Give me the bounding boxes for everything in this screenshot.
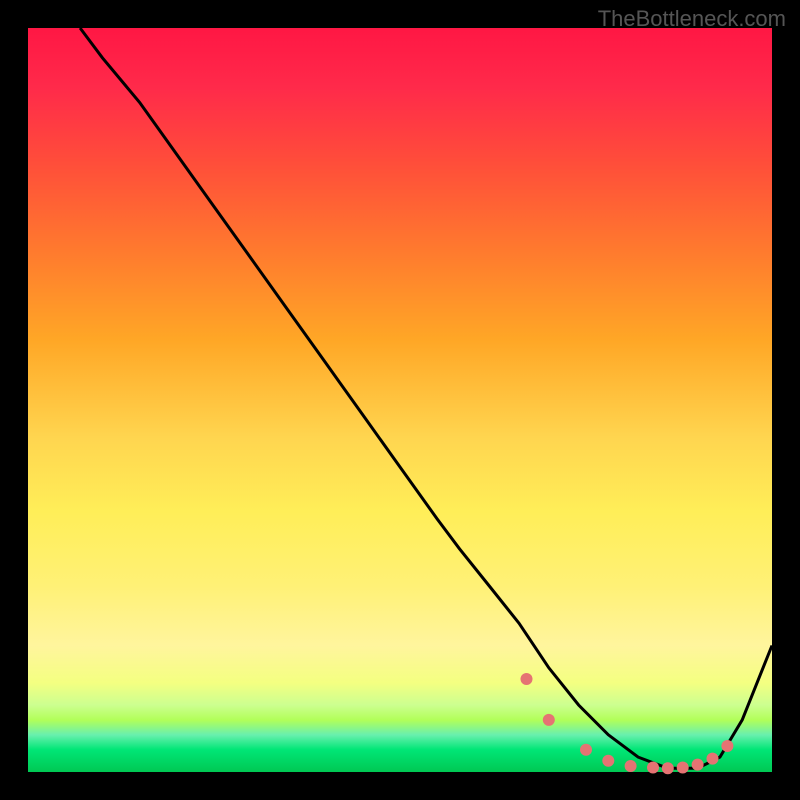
plot-area bbox=[28, 28, 772, 772]
data-dot bbox=[543, 714, 555, 726]
chart-svg bbox=[28, 28, 772, 772]
data-dot bbox=[602, 755, 614, 767]
data-dot bbox=[580, 744, 592, 756]
data-dot bbox=[707, 753, 719, 765]
dots-group bbox=[521, 673, 734, 774]
data-dot bbox=[662, 762, 674, 774]
data-dot bbox=[625, 760, 637, 772]
data-dot bbox=[692, 759, 704, 771]
data-dot bbox=[521, 673, 533, 685]
watermark-text: TheBottleneck.com bbox=[598, 6, 786, 32]
data-dot bbox=[647, 762, 659, 774]
curve-path bbox=[80, 28, 772, 768]
data-dot bbox=[721, 740, 733, 752]
data-dot bbox=[677, 762, 689, 774]
